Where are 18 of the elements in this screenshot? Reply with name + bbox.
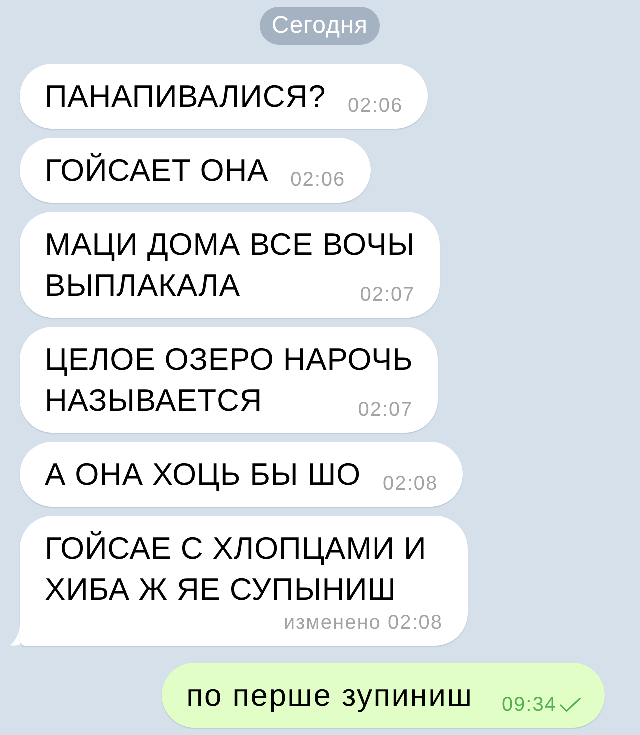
message-text: МАЦИ ДОМА ВСЕ ВОЧЫ (45, 227, 416, 262)
message-text: ПАНАПИВАЛИСЯ? (45, 79, 326, 114)
message-text: ГОЙСАЕТ ОНА (45, 153, 269, 188)
date-pill: Сегодня (260, 7, 380, 45)
message-time: 02:07 (360, 284, 416, 306)
message-text: ЦЕЛОЕ ОЗЕРО НАРОЧЬ (45, 342, 414, 377)
message-text: А ОНА ХОЦЬ БЫ ШО (45, 457, 362, 492)
message-time: 02:06 (290, 169, 346, 191)
message-text: ХИБА Ж ЯЕ СУПЫНИШ (45, 572, 396, 607)
message-text: НАЗЫВАЕТСЯ (45, 383, 263, 418)
message-time: 09:34 (502, 694, 557, 716)
message-time: 02:07 (358, 399, 414, 421)
message-time: 02:08 (383, 473, 438, 495)
message-time: изменено 02:08 (284, 612, 443, 634)
message-text: по перше зупиниш (186, 678, 474, 713)
message-time: 02:06 (348, 95, 404, 117)
message-text: ГОЙСАЕ С ХЛОПЦАМИ И (45, 531, 427, 566)
message-text: ВЫПЛАКАЛА (45, 268, 240, 303)
